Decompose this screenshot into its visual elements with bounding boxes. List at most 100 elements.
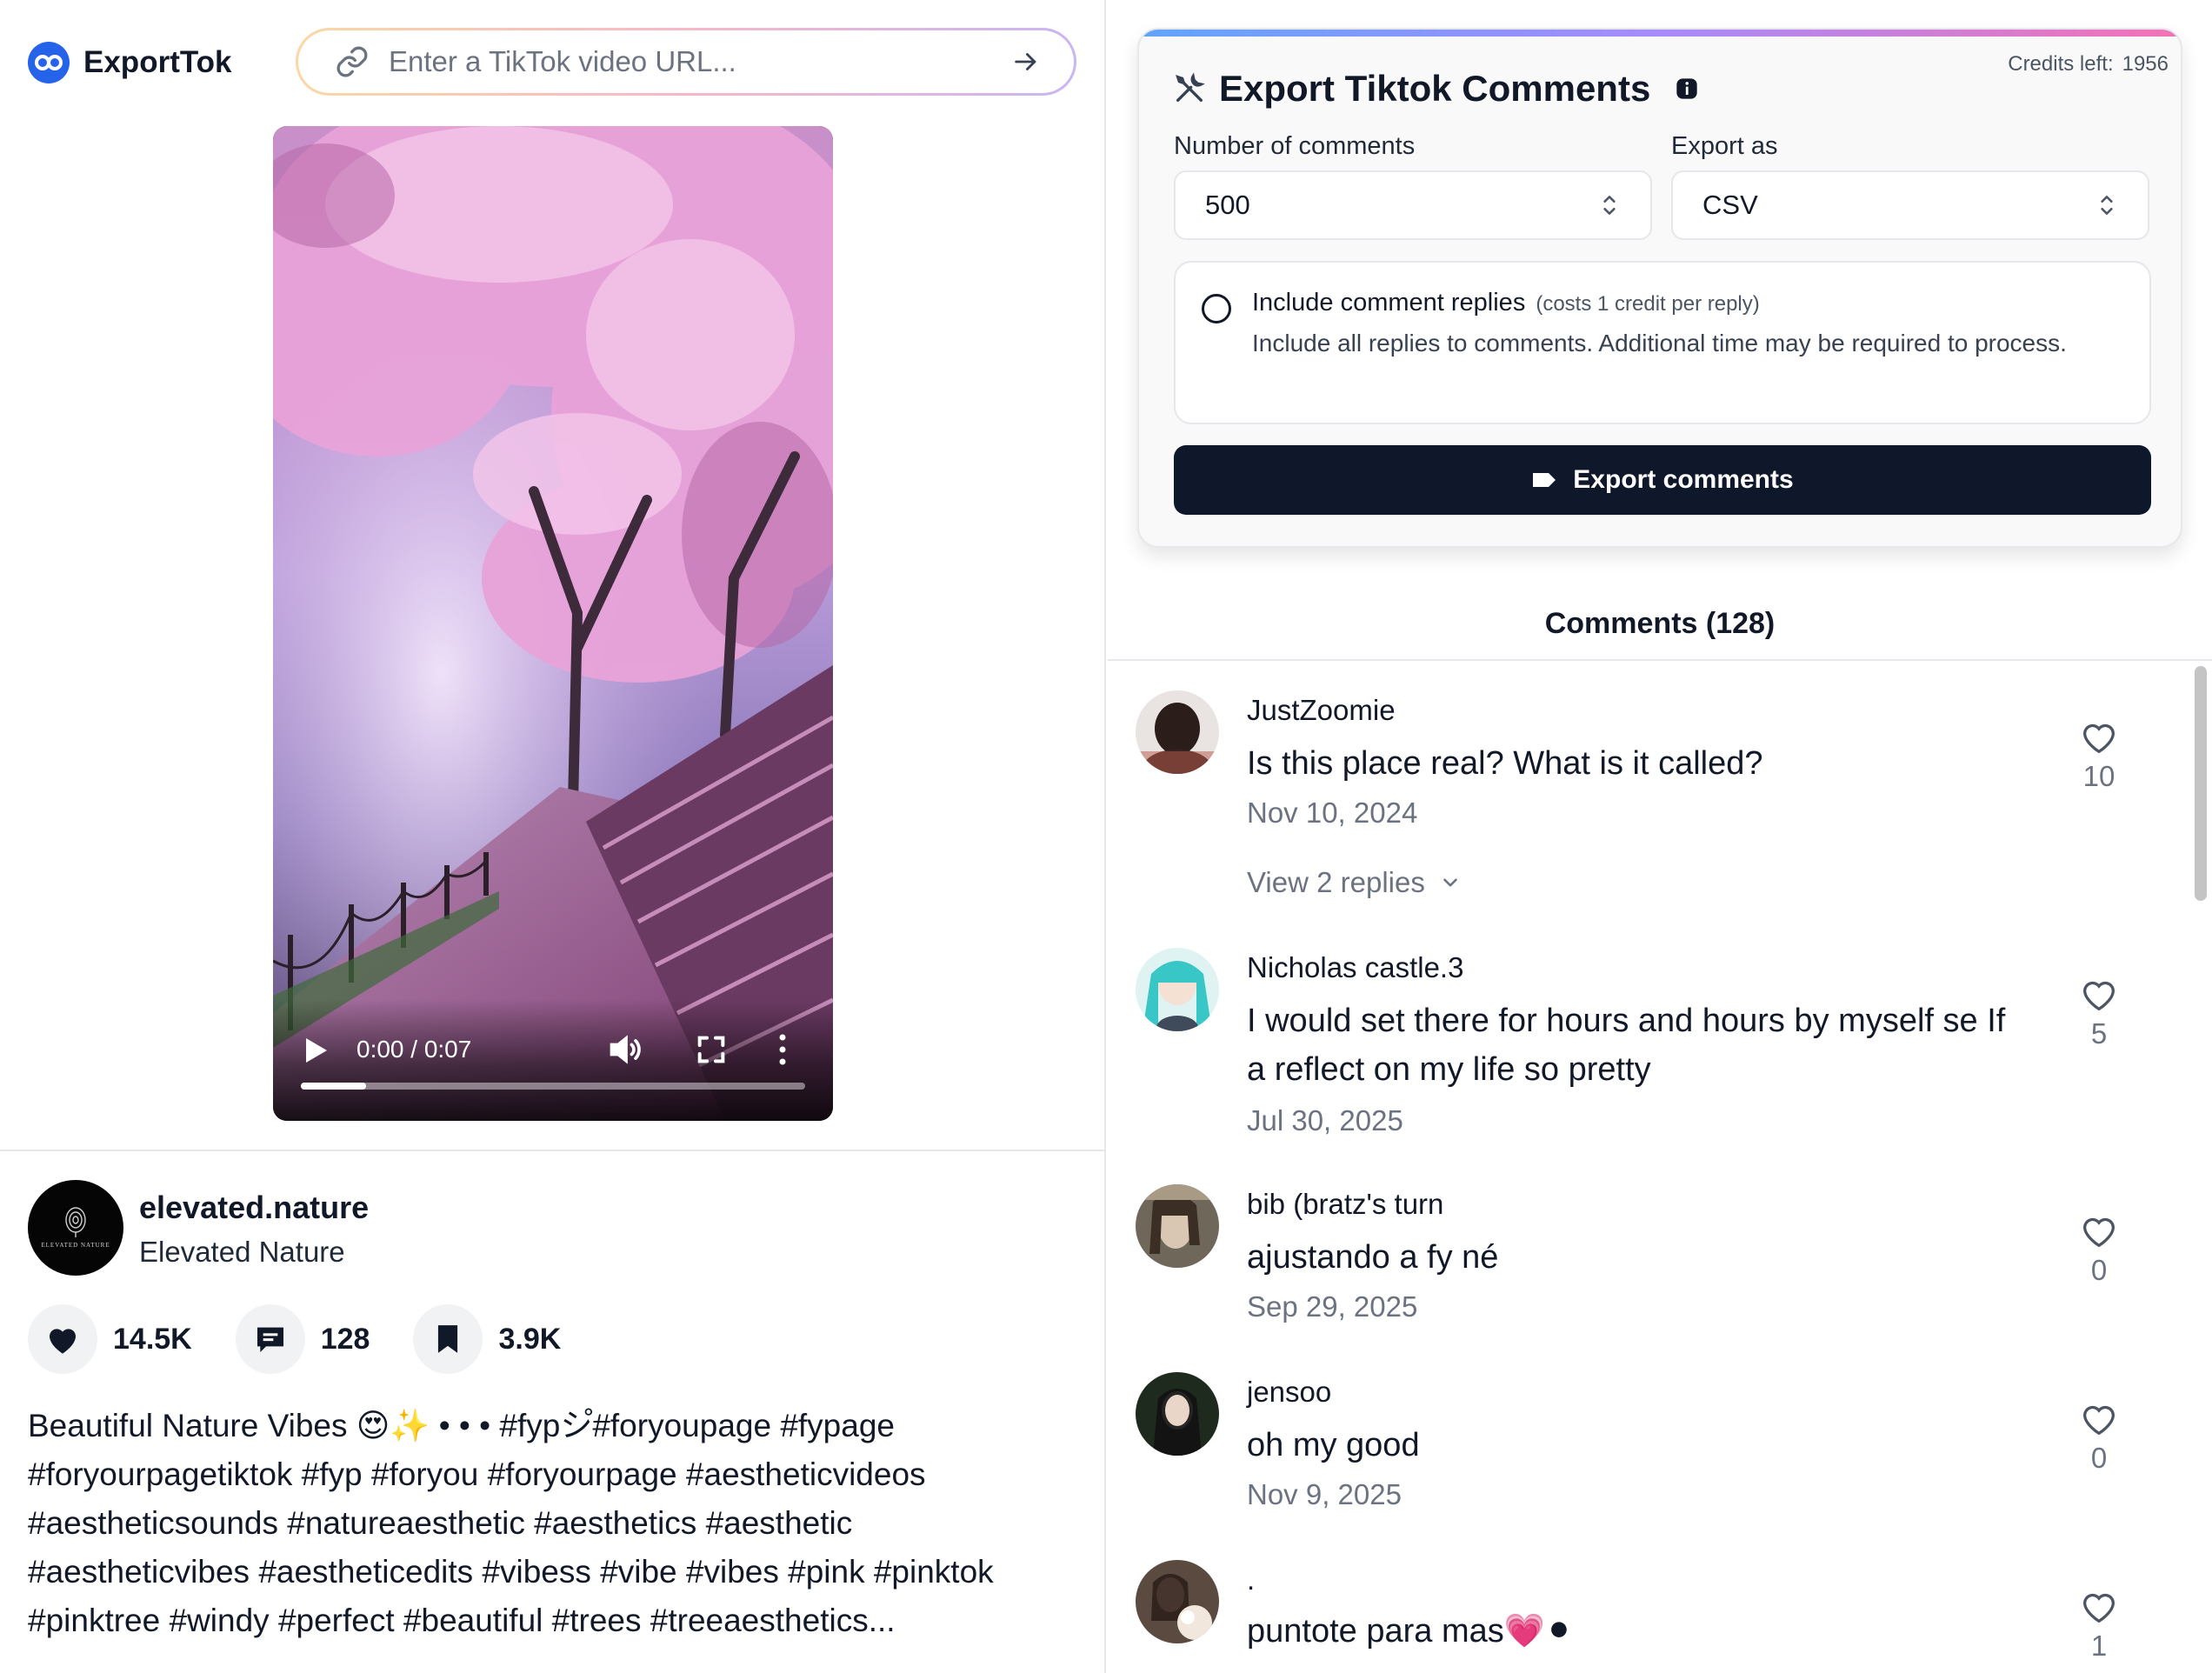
comment-username[interactable]: Nicholas castle.3: [1247, 951, 1463, 984]
author-avatar[interactable]: ELEVATED NATURE: [28, 1180, 123, 1276]
like-button[interactable]: 10: [2055, 720, 2142, 793]
fullscreen-icon[interactable]: [694, 1032, 729, 1067]
brand-logo-icon: [28, 42, 70, 83]
avatar[interactable]: [1136, 1372, 1219, 1456]
export-comments-label: Export comments: [1573, 465, 1794, 494]
tools-icon: [1176, 72, 1205, 103]
like-count: 5: [2090, 1017, 2108, 1050]
avatar[interactable]: [1136, 1184, 1219, 1268]
tag-icon: [1533, 473, 1556, 487]
more-vertical-icon[interactable]: [774, 1030, 791, 1069]
saves-count: 3.9K: [498, 1322, 562, 1356]
chevron-down-icon: [1443, 878, 1457, 887]
brand[interactable]: ExportTok: [28, 40, 231, 85]
brand-name: ExportTok: [83, 45, 232, 79]
export-comments-button[interactable]: Export comments: [1174, 445, 2151, 515]
comment-text: puntote para mas💗⚫: [1247, 1613, 1573, 1650]
include-replies-cost: (costs 1 credit per reply): [1536, 292, 1760, 316]
author-logo-text: ELEVATED NATURE: [41, 1242, 110, 1250]
heart-icon: [2082, 1593, 2115, 1623]
heart-icon: [2082, 1217, 2115, 1248]
comment-date: Sep 29, 2025: [1247, 1290, 1418, 1323]
comment-date: Nov 9, 2025: [1247, 1478, 1402, 1510]
comment-text: oh my good: [1247, 1427, 1420, 1463]
comment-count-value: 500: [1205, 190, 1250, 220]
comment-username[interactable]: JustZoomie: [1247, 694, 1396, 727]
view-replies-button[interactable]: View 2 replies: [1247, 866, 1462, 899]
volume-icon[interactable]: [607, 1030, 645, 1069]
video-progress-bar[interactable]: [301, 1083, 805, 1090]
export-format-label: Export as: [1671, 132, 1778, 160]
heart-icon: [2082, 723, 2115, 754]
like-count: 10: [2082, 760, 2115, 792]
info-icon[interactable]: [1675, 77, 1699, 101]
export-card: Credits left: 1956 Export Tiktok Comments…: [1137, 28, 2182, 548]
scrollbar-thumb[interactable]: [2195, 666, 2207, 901]
author-handle[interactable]: elevated.nature: [139, 1190, 369, 1226]
credits-label: Credits left:: [2008, 52, 2114, 76]
card-title: Export Tiktok Comments: [1172, 68, 1699, 110]
video-controls: 0:00 / 0:07: [273, 999, 833, 1121]
arrow-right-icon: [1015, 53, 1036, 70]
video-description: Beautiful Nature Vibes 😍✨ • • • #fypシ゚#f…: [28, 1408, 994, 1638]
include-replies-label: Include comment replies: [1252, 289, 1526, 317]
export-format-value: CSV: [1702, 190, 1758, 220]
comments-scrollbar[interactable]: [2193, 666, 2209, 1673]
credits-indicator: Credits left: 1956: [1999, 52, 2169, 77]
url-input[interactable]: [389, 45, 1008, 78]
author-display-name: Elevated Nature: [139, 1236, 345, 1268]
view-replies-label: View 2 replies: [1247, 866, 1425, 898]
comment-icon: [235, 1304, 305, 1374]
avatar[interactable]: [1136, 948, 1219, 1031]
comment-count-select[interactable]: 500: [1174, 170, 1652, 240]
heart-icon: [2082, 981, 2115, 1011]
likes-stat: 14.5K: [28, 1304, 192, 1374]
like-button[interactable]: 0: [2055, 1402, 2142, 1475]
like-count: 0: [2090, 1254, 2108, 1286]
avatar[interactable]: [1136, 690, 1219, 774]
heart-icon: [2082, 1405, 2115, 1436]
comment-username[interactable]: jensoo: [1247, 1376, 1331, 1409]
bookmark-icon: [413, 1304, 483, 1374]
include-replies-option[interactable]: Include comment replies (costs 1 credit p…: [1174, 261, 2151, 424]
include-replies-title: Include comment replies (costs 1 credit p…: [1252, 289, 1760, 317]
comment-text: ajustando a fy né: [1247, 1239, 1499, 1276]
video-player[interactable]: 0:00 / 0:07: [273, 126, 833, 1121]
comments-list: JustZoomie Is this place real? What is i…: [1108, 661, 2193, 1673]
likes-count: 14.5K: [113, 1322, 192, 1356]
include-replies-radio[interactable]: [1202, 294, 1231, 323]
like-button[interactable]: 5: [2055, 977, 2142, 1050]
comment-count-label: Number of comments: [1174, 132, 1416, 160]
like-count: 1: [2090, 1630, 2108, 1662]
comment-text: Is this place real? What is it called?: [1247, 745, 1763, 782]
play-icon[interactable]: [303, 1036, 329, 1065]
comment-username[interactable]: .: [1247, 1563, 1255, 1596]
video-panel: ExportTok Enter a TikTok video URL... 0:…: [0, 0, 1106, 1673]
credits-value: 1956: [2122, 52, 2169, 76]
like-button[interactable]: 0: [2055, 1214, 2142, 1287]
link-icon: [336, 46, 368, 77]
avatar[interactable]: [1136, 1560, 1219, 1643]
comment-username[interactable]: bib (bratz's turn: [1247, 1188, 1443, 1221]
comments-header: Comments (128): [1544, 607, 1776, 640]
video-stats: 14.5K 128 3.9K: [28, 1304, 604, 1374]
heart-icon: [28, 1304, 97, 1374]
chevron-updown-icon: [2101, 196, 2113, 215]
card-accent-bar: [1139, 30, 2181, 37]
comment-date: Nov 10, 2024: [1247, 797, 1418, 829]
video-frame: [273, 126, 833, 1121]
like-button[interactable]: 1: [2055, 1590, 2142, 1663]
comment-text: I would set there for hours and hours by…: [1247, 1003, 2006, 1088]
video-time: 0:00 / 0:07: [356, 1036, 472, 1063]
export-format-select[interactable]: CSV: [1671, 170, 2149, 240]
submit-url-button[interactable]: [1008, 43, 1044, 80]
card-title-text: Export Tiktok Comments: [1219, 68, 1651, 109]
video-progress-fill: [301, 1083, 367, 1090]
saves-stat: 3.9K: [413, 1304, 561, 1374]
author-logo-icon: [65, 1207, 86, 1238]
include-replies-description: Include all replies to comments. Additio…: [1252, 330, 2067, 357]
comment-date: Jul 30, 2025: [1247, 1104, 1403, 1136]
chevron-updown-icon: [1603, 196, 1616, 215]
comments-stat: 128: [235, 1304, 370, 1374]
like-count: 0: [2090, 1442, 2108, 1474]
